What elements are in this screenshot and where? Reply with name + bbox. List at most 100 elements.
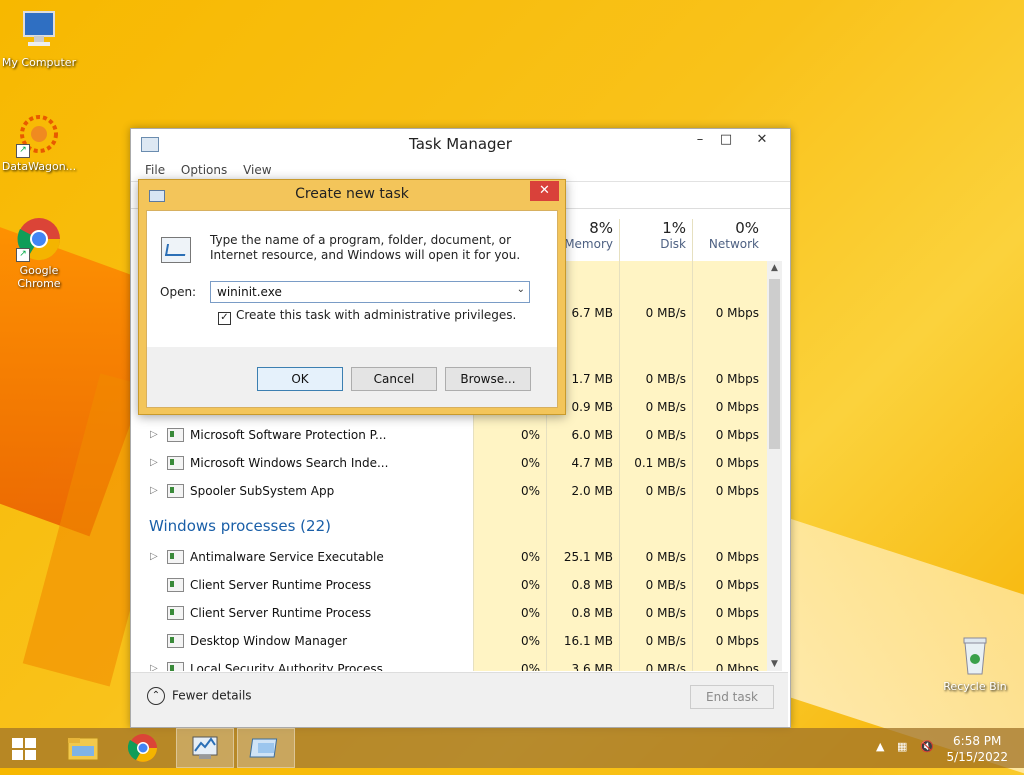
- cpu-cell: 0%: [520, 484, 540, 498]
- network-cell: 0 Mbps: [715, 372, 759, 386]
- clock[interactable]: 6:58 PM 5/15/2022: [946, 733, 1008, 765]
- desktop-icon-datawagon[interactable]: ↗ DataWagon...: [0, 112, 78, 173]
- table-row[interactable]: Desktop Window Manager 0% 16.1 MB 0 MB/s…: [131, 627, 767, 655]
- recycle-bin-icon: [952, 632, 998, 678]
- desktop-icon-google-chrome[interactable]: ↗ Google Chrome: [0, 216, 78, 290]
- memory-cell: 6.0 MB: [571, 428, 613, 442]
- expand-arrow-icon[interactable]: ▷: [150, 551, 158, 562]
- process-icon: [167, 606, 184, 620]
- browse-button[interactable]: Browse...: [445, 367, 531, 391]
- network-cell: 0 Mbps: [715, 484, 759, 498]
- network-cell: 0 Mbps: [715, 606, 759, 620]
- scroll-down-arrow-icon[interactable]: ▼: [767, 659, 782, 669]
- dialog-body: Type the name of a program, folder, docu…: [146, 210, 558, 408]
- expand-arrow-icon[interactable]: ▷: [150, 429, 158, 440]
- disk-cell: 0 MB/s: [645, 484, 686, 498]
- taskbar-file-explorer[interactable]: [54, 728, 112, 768]
- table-row[interactable]: Client Server Runtime Process 0% 0.8 MB …: [131, 571, 767, 599]
- table-row[interactable]: ▷ Microsoft Windows Search Inde... 0% 4.…: [131, 449, 767, 477]
- open-combobox[interactable]: wininit.exe ⌄: [210, 281, 530, 303]
- process-icon: [167, 456, 184, 470]
- network-cell: 0 Mbps: [715, 306, 759, 320]
- start-button-windows-icon[interactable]: [12, 738, 38, 760]
- process-icon: [167, 484, 184, 498]
- scroll-up-arrow-icon[interactable]: ▲: [767, 263, 782, 273]
- disk-cell: 0 MB/s: [645, 306, 686, 320]
- chevron-up-icon: ⌃: [147, 687, 165, 705]
- memory-cell: 16.1 MB: [563, 634, 613, 648]
- process-name: Client Server Runtime Process: [190, 578, 372, 592]
- ok-button[interactable]: OK: [257, 367, 343, 391]
- chrome-icon: ↗: [16, 216, 62, 262]
- network-percent: 0%: [735, 219, 759, 237]
- table-row[interactable]: ▷ Antimalware Service Executable 0% 25.1…: [131, 543, 767, 571]
- table-row[interactable]: ▷ Spooler SubSystem App 0% 2.0 MB 0 MB/s…: [131, 477, 767, 505]
- disk-cell: 0 MB/s: [645, 578, 686, 592]
- title-bar[interactable]: Task Manager – □ ✕: [131, 129, 790, 159]
- shortcut-arrow-icon: ↗: [16, 248, 30, 262]
- memory-cell: 2.0 MB: [571, 484, 613, 498]
- cpu-cell: 0%: [520, 634, 540, 648]
- process-icon: [167, 662, 184, 671]
- volume-muted-icon[interactable]: 🔇: [920, 740, 934, 753]
- desktop-icon-recycle-bin[interactable]: Recycle Bin: [936, 632, 1014, 693]
- memory-cell: 0.8 MB: [571, 578, 613, 592]
- end-task-button[interactable]: End task: [690, 685, 774, 709]
- network-cell: 0 Mbps: [715, 578, 759, 592]
- expand-arrow-icon[interactable]: ▷: [150, 663, 158, 671]
- open-label: Open:: [160, 285, 197, 299]
- vertical-scrollbar[interactable]: ▲ ▼: [767, 261, 782, 671]
- menu-view[interactable]: View: [243, 159, 271, 181]
- memory-cell: 0.8 MB: [571, 606, 613, 620]
- cpu-cell: 0%: [520, 578, 540, 592]
- checkbox-checked-icon[interactable]: ✓: [218, 312, 231, 325]
- cancel-button[interactable]: Cancel: [351, 367, 437, 391]
- table-row[interactable]: Client Server Runtime Process 0% 0.8 MB …: [131, 599, 767, 627]
- expand-arrow-icon[interactable]: ▷: [150, 457, 158, 468]
- taskbar-chrome[interactable]: [114, 728, 172, 768]
- menu-options[interactable]: Options: [181, 159, 227, 181]
- dialog-title: Create new task: [295, 186, 409, 202]
- admin-privileges-label: Create this task with administrative pri…: [236, 308, 517, 322]
- computer-icon: [16, 8, 62, 54]
- table-row[interactable]: ▷ Local Security Authority Process 0% 3.…: [131, 655, 767, 671]
- fewer-details-button[interactable]: ⌃ Fewer details: [147, 687, 252, 705]
- cpu-cell: 0%: [520, 456, 540, 470]
- menu-file[interactable]: File: [145, 159, 165, 181]
- disk-cell: 0 MB/s: [645, 606, 686, 620]
- taskbar-run-dialog[interactable]: [237, 728, 295, 768]
- column-header-network[interactable]: 0% Network: [695, 219, 759, 251]
- disk-label: Disk: [660, 237, 686, 251]
- show-hidden-icons-arrow-icon[interactable]: ▲: [876, 740, 884, 753]
- chevron-down-icon[interactable]: ⌄: [517, 284, 525, 295]
- process-name: Local Security Authority Process: [190, 662, 383, 671]
- desktop-icon-label: My Computer: [1, 56, 77, 69]
- network-cell: 0 Mbps: [715, 456, 759, 470]
- disk-cell: 0 MB/s: [645, 550, 686, 564]
- desktop-icon-my-computer[interactable]: My Computer: [0, 8, 78, 69]
- network-label: Network: [708, 237, 759, 251]
- taskbar-task-manager[interactable]: [176, 728, 234, 768]
- scrollbar-thumb[interactable]: [769, 279, 780, 449]
- desktop-icon-label: Recycle Bin: [943, 680, 1007, 693]
- table-row[interactable]: ▷ Microsoft Software Protection P... 0% …: [131, 421, 767, 449]
- close-button[interactable]: ✕: [747, 129, 777, 151]
- clock-time: 6:58 PM: [953, 734, 1002, 748]
- disk-cell: 0 MB/s: [645, 662, 686, 671]
- admin-privileges-checkbox[interactable]: ✓ Create this task with administrative pr…: [218, 308, 516, 325]
- network-cell: 0 Mbps: [715, 550, 759, 564]
- cpu-cell: 0%: [520, 662, 540, 671]
- disk-percent: 1%: [662, 219, 686, 237]
- process-icon: [167, 578, 184, 592]
- datawagon-icon: ↗: [16, 112, 62, 158]
- cpu-cell: 0%: [520, 428, 540, 442]
- process-icon: [167, 550, 184, 564]
- network-icon[interactable]: ▦: [897, 740, 907, 753]
- column-header-disk[interactable]: 1% Disk: [622, 219, 686, 251]
- fewer-details-label: Fewer details: [172, 688, 252, 703]
- network-cell: 0 Mbps: [715, 428, 759, 442]
- expand-arrow-icon[interactable]: ▷: [150, 485, 158, 496]
- maximize-button[interactable]: □: [711, 129, 741, 151]
- open-input-value[interactable]: wininit.exe: [217, 285, 282, 299]
- dialog-close-button[interactable]: ✕: [530, 181, 559, 201]
